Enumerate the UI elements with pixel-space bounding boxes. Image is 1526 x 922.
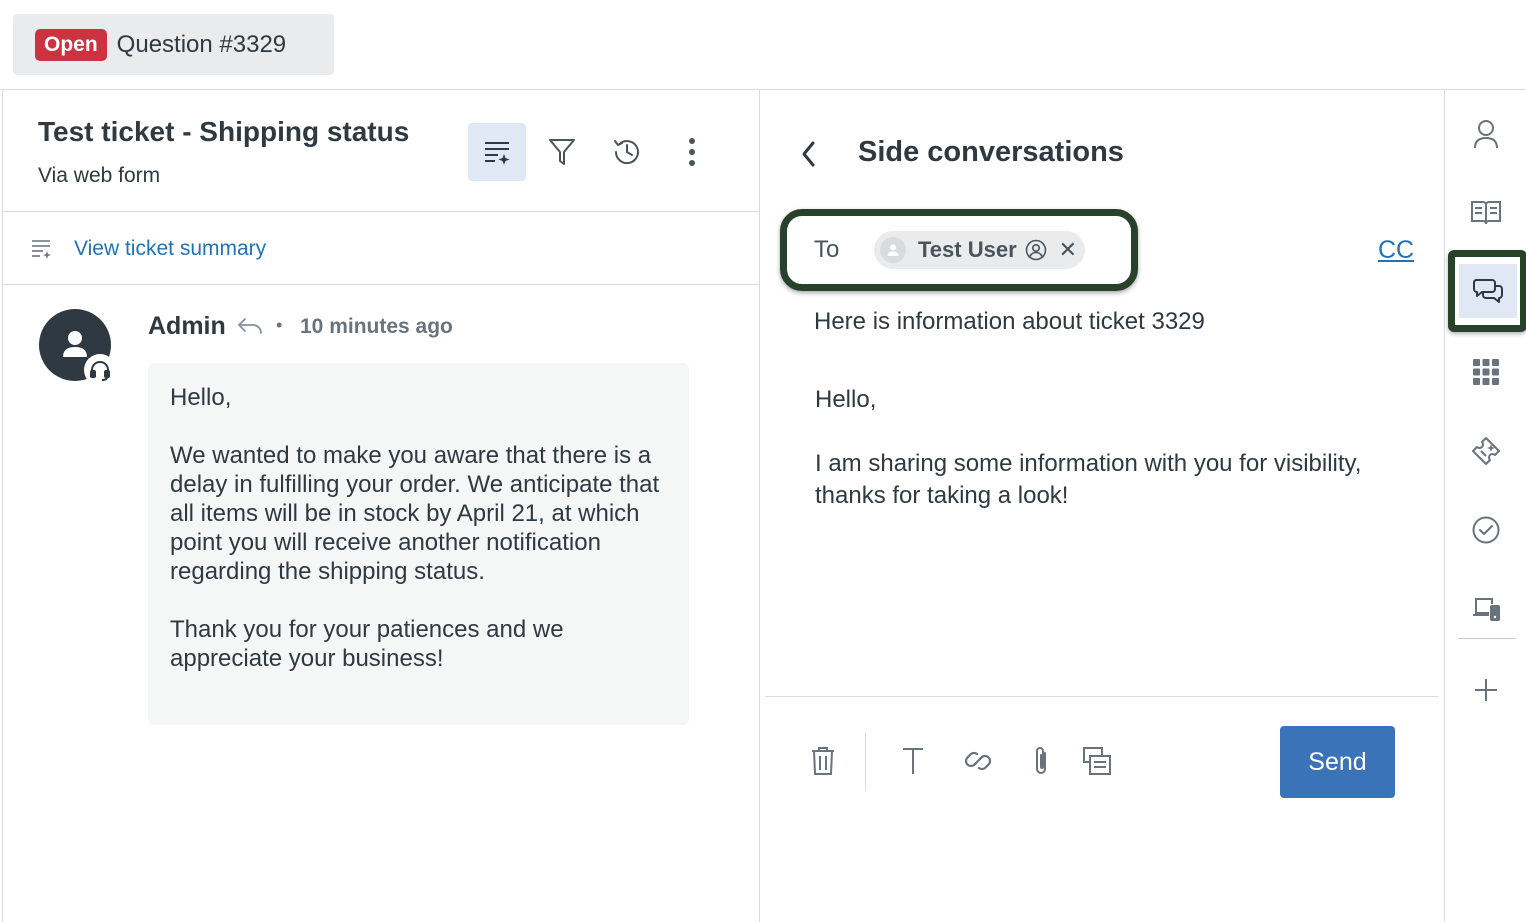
meta-separator: • — [276, 315, 283, 335]
recipient-avatar — [880, 237, 906, 263]
summary-list-icon — [32, 240, 51, 259]
summary-button[interactable] — [468, 123, 526, 181]
more-options-icon — [689, 138, 695, 166]
subject-field[interactable]: Here is information about ticket 3329 — [814, 308, 1205, 336]
link-button[interactable] — [963, 745, 993, 777]
ticket-icon — [1472, 437, 1500, 465]
view-ticket-summary-link[interactable]: View ticket summary — [74, 237, 266, 261]
status-badge: Open — [35, 28, 107, 61]
top-tab-bar: Open Question #3329 — [0, 0, 1526, 90]
user-icon — [1474, 120, 1498, 149]
back-chevron-icon[interactable] — [798, 140, 820, 168]
side-conversations-title: Side conversations — [858, 136, 1124, 168]
devices-icon — [1473, 598, 1500, 621]
ticket-title: Test ticket - Shipping status — [38, 116, 410, 147]
message-paragraph: Hello, — [170, 384, 232, 411]
history-icon — [614, 140, 639, 164]
to-field[interactable]: To Test User ✕ — [780, 209, 1138, 291]
ticket-pane: Test ticket - Shipping status Via web fo… — [2, 90, 760, 922]
attach-button[interactable] — [1026, 745, 1056, 777]
recipient-chip[interactable]: Test User ✕ — [874, 231, 1085, 269]
apps-icon — [1473, 359, 1499, 385]
context-panel-rail — [1444, 90, 1526, 922]
message-author: Admin — [148, 312, 226, 340]
filter-icon — [549, 139, 575, 165]
remove-recipient-icon[interactable]: ✕ — [1059, 239, 1077, 261]
rail-user-button[interactable] — [1445, 104, 1526, 164]
summary-icon — [485, 142, 510, 165]
editor-paragraph: I am sharing some information with you f… — [815, 450, 1362, 509]
ticket-channel: Via web form — [38, 164, 161, 187]
message-time: 10 minutes ago — [300, 315, 453, 338]
side-conversations-icon — [1472, 279, 1503, 303]
cc-link[interactable]: CC — [1378, 236, 1414, 265]
to-label: To — [814, 236, 840, 263]
link-icon — [964, 751, 992, 771]
history-button[interactable] — [598, 123, 656, 181]
rail-tasks-button[interactable] — [1445, 500, 1526, 560]
composer-divider — [765, 696, 1438, 697]
editor-paragraph: Hello, — [815, 386, 877, 413]
side-conversations-pane: Side conversations To Test User ✕ CC Her… — [760, 90, 1444, 922]
macro-button[interactable] — [1082, 745, 1112, 777]
rail-ticket-button[interactable] — [1445, 421, 1526, 481]
message-editor[interactable]: Hello, I am sharing some information wit… — [815, 384, 1375, 544]
add-icon — [1475, 679, 1497, 701]
rail-apps-button[interactable] — [1445, 342, 1526, 402]
text-format-button[interactable] — [898, 745, 928, 777]
rail-devices-button[interactable] — [1445, 579, 1526, 639]
filter-button[interactable] — [533, 123, 591, 181]
tab-title: Question #3329 — [116, 30, 287, 58]
send-button[interactable]: Send — [1280, 726, 1395, 798]
ticket-header: Test ticket - Shipping status Via web fo… — [3, 90, 760, 212]
macro-icon — [1083, 747, 1111, 775]
trash-icon — [812, 747, 834, 775]
knowledge-icon — [1471, 201, 1501, 225]
toolbar-divider — [865, 733, 866, 791]
rail-knowledge-button[interactable] — [1445, 182, 1526, 242]
more-options-button[interactable] — [663, 123, 721, 181]
ticket-summary-row: View ticket summary — [3, 212, 760, 285]
reply-icon — [238, 318, 262, 334]
ticket-tab[interactable]: Open Question #3329 — [13, 14, 334, 75]
message-body: Hello, We wanted to make you aware that … — [148, 363, 689, 725]
rail-side-conversations-button[interactable] — [1448, 250, 1526, 332]
message-paragraph: Thank you for your patiences and we appr… — [170, 616, 564, 672]
rail-divider — [1458, 638, 1516, 639]
text-format-icon — [903, 748, 923, 774]
user-circle-icon — [1025, 239, 1046, 261]
headset-icon — [90, 361, 110, 381]
person-icon — [887, 244, 899, 256]
agent-badge — [84, 354, 116, 386]
recipient-name: Test User — [918, 237, 1017, 262]
message-paragraph: We wanted to make you aware that there i… — [170, 442, 660, 585]
rail-add-button[interactable] — [1445, 660, 1526, 720]
tasks-icon — [1472, 516, 1500, 544]
attachment-icon — [1036, 747, 1046, 774]
rail-side-conversations-active — [1458, 264, 1517, 318]
discard-button[interactable] — [808, 745, 838, 777]
